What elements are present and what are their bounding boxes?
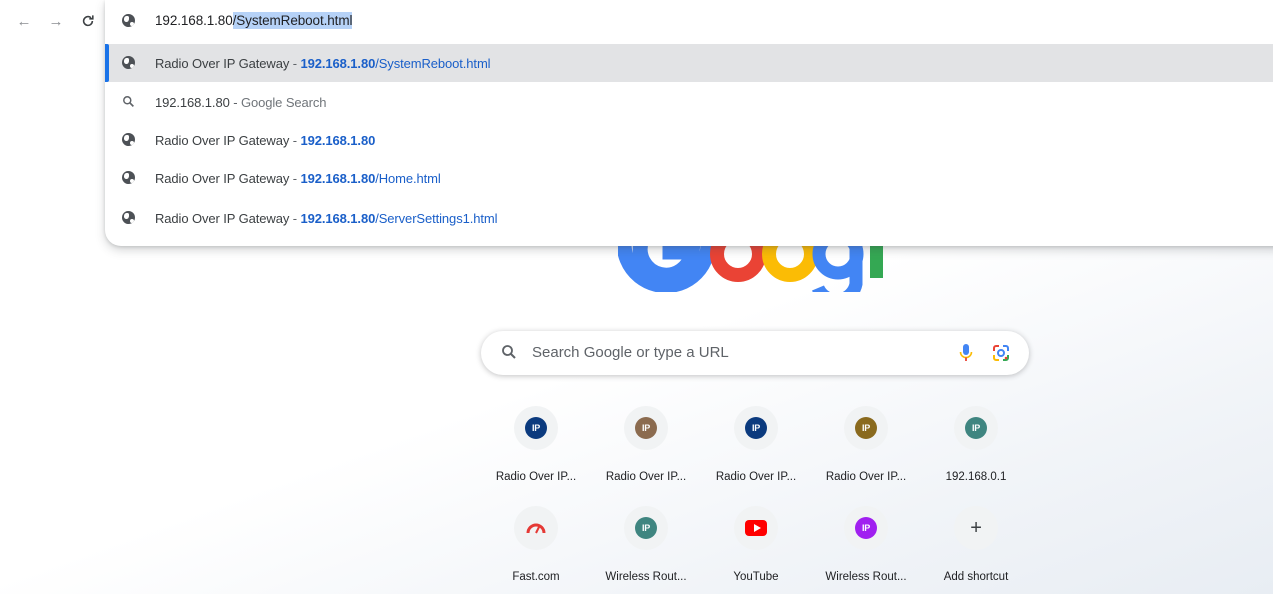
shortcut-favicon-bubble [514,506,558,550]
shortcut-favicon-bubble: IP [624,506,668,550]
omnibox-suggestion[interactable]: 192.168.1.80 - Google Search [105,83,1273,121]
shortcut-label: Radio Over IP... [495,471,577,483]
ip-favicon-icon: IP [635,517,657,539]
suggestion-text: Radio Over IP Gateway - 192.168.1.80/Ser… [155,211,498,226]
globe-icon [122,171,135,184]
suggestion-title: Radio Over IP Gateway [155,56,290,71]
search-icon [502,345,516,359]
speedometer-icon [525,517,547,539]
shortcut-favicon-bubble [734,506,778,550]
suggestion-text: Radio Over IP Gateway - 192.168.1.80/Hom… [155,171,441,186]
shortcut-tile[interactable]: IP Radio Over IP... [590,400,702,492]
ip-favicon-icon: IP [855,517,877,539]
forward-button[interactable]: → [44,9,68,33]
reload-icon [82,15,94,27]
suggestion-path: /SystemReboot.html [375,56,491,71]
forward-arrow-icon: → [48,12,64,30]
shortcut-tile[interactable]: IP Wireless Rout... [810,500,922,592]
new-tab-page: ← → 192.168.1.80/SystemReboot.html Radio… [0,0,1273,594]
suggestion-separator: - [289,171,301,186]
shortcut-label: Radio Over IP... [715,471,797,483]
search-icon [122,95,135,108]
reload-button[interactable] [76,9,100,33]
suggestion-host: 192.168.1.80 [300,171,376,186]
omnibox-suggestion[interactable]: Radio Over IP Gateway - 192.168.1.80 [105,121,1273,159]
shortcut-label: Fast.com [512,571,560,583]
url-text[interactable]: 192.168.1.80/SystemReboot.html [155,12,353,29]
suggestion-title: 192.168.1.80 [155,95,230,110]
suggestion-text: 192.168.1.80 - Google Search [155,95,327,110]
search-placeholder: Search Google or type a URL [532,344,729,361]
suggestion-title: Radio Over IP Gateway [155,133,290,148]
shortcut-favicon-bubble: IP [514,406,558,450]
omnibox-suggestion[interactable]: Radio Over IP Gateway - 192.168.1.80/Hom… [105,159,1273,197]
url-host: 192.168.1.80 [155,13,233,28]
suggestion-host: 192.168.1.80 [300,133,376,148]
search-box[interactable]: Search Google or type a URL [481,331,1029,375]
shortcut-label: Radio Over IP... [605,471,687,483]
globe-icon [122,133,135,146]
ip-favicon-icon: IP [635,417,657,439]
suggestion-title: Radio Over IP Gateway [155,211,290,226]
shortcut-favicon-bubble: IP [624,406,668,450]
suggestion-hint: Google Search [240,95,327,110]
shortcut-tile[interactable]: IP 192.168.0.1 [920,400,1032,492]
shortcut-label: Wireless Rout... [605,571,687,583]
shortcut-favicon-bubble: + [954,506,998,550]
globe-icon [122,56,135,69]
suggestion-path: /Home.html [375,171,441,186]
suggestion-separator: - [289,211,301,226]
microphone-icon[interactable] [959,343,973,363]
shortcut-tile[interactable]: YouTube [700,500,812,592]
ip-favicon-icon: IP [745,417,767,439]
shortcut-favicon-bubble: IP [844,506,888,550]
shortcut-favicon-bubble: IP [844,406,888,450]
suggestion-host: 192.168.1.80 [300,211,376,226]
suggestion-separator: - [289,133,301,148]
shortcut-tile[interactable]: IP Wireless Rout... [590,500,702,592]
omnibox-suggestion[interactable]: Radio Over IP Gateway - 192.168.1.80/Ser… [105,199,1273,237]
shortcut-label: Radio Over IP... [825,471,907,483]
ip-favicon-icon: IP [855,417,877,439]
plus-icon: + [970,516,982,539]
address-bar[interactable]: 192.168.1.80/SystemReboot.html [105,0,1273,42]
suggestion-host: 192.168.1.80 [300,56,376,71]
suggestion-path: /ServerSettings1.html [375,211,498,226]
suggestion-text: Radio Over IP Gateway - 192.168.1.80/Sys… [155,56,491,71]
suggestion-text: Radio Over IP Gateway - 192.168.1.80 [155,133,375,148]
youtube-icon [745,520,767,536]
ip-favicon-icon: IP [525,417,547,439]
shortcut-label: 192.168.0.1 [945,471,1007,483]
shortcut-label: YouTube [733,571,779,583]
omnibox-suggestion[interactable]: Radio Over IP Gateway - 192.168.1.80/Sys… [105,44,1273,82]
omnibox-dropdown: 192.168.1.80/SystemReboot.html Radio Ove… [105,0,1273,246]
ip-favicon-icon: IP [965,417,987,439]
shortcut-tile[interactable]: IP Radio Over IP... [700,400,812,492]
shortcut-grid: IP Radio Over IP... IP Radio Over IP... IP Ra… [480,400,1032,594]
shortcut-favicon-bubble: IP [954,406,998,450]
back-arrow-icon: ← [16,12,32,30]
shortcut-tile[interactable]: Fast.com [480,500,592,592]
shortcut-favicon-bubble: IP [734,406,778,450]
add-shortcut-tile[interactable]: + Add shortcut [920,500,1032,592]
shortcut-tile[interactable]: IP Radio Over IP... [480,400,592,492]
globe-icon [122,211,135,224]
suggestion-title: Radio Over IP Gateway [155,171,290,186]
shortcut-label: Wireless Rout... [825,571,907,583]
suggestion-separator: - [229,95,241,110]
google-lens-icon[interactable] [991,343,1011,363]
shortcut-tile[interactable]: IP Radio Over IP... [810,400,922,492]
site-info-icon[interactable] [122,14,135,27]
shortcut-label: Add shortcut [943,571,1009,583]
url-path-selected: /SystemReboot.html [232,12,353,29]
back-button[interactable]: ← [12,9,36,33]
suggestion-separator: - [289,56,301,71]
